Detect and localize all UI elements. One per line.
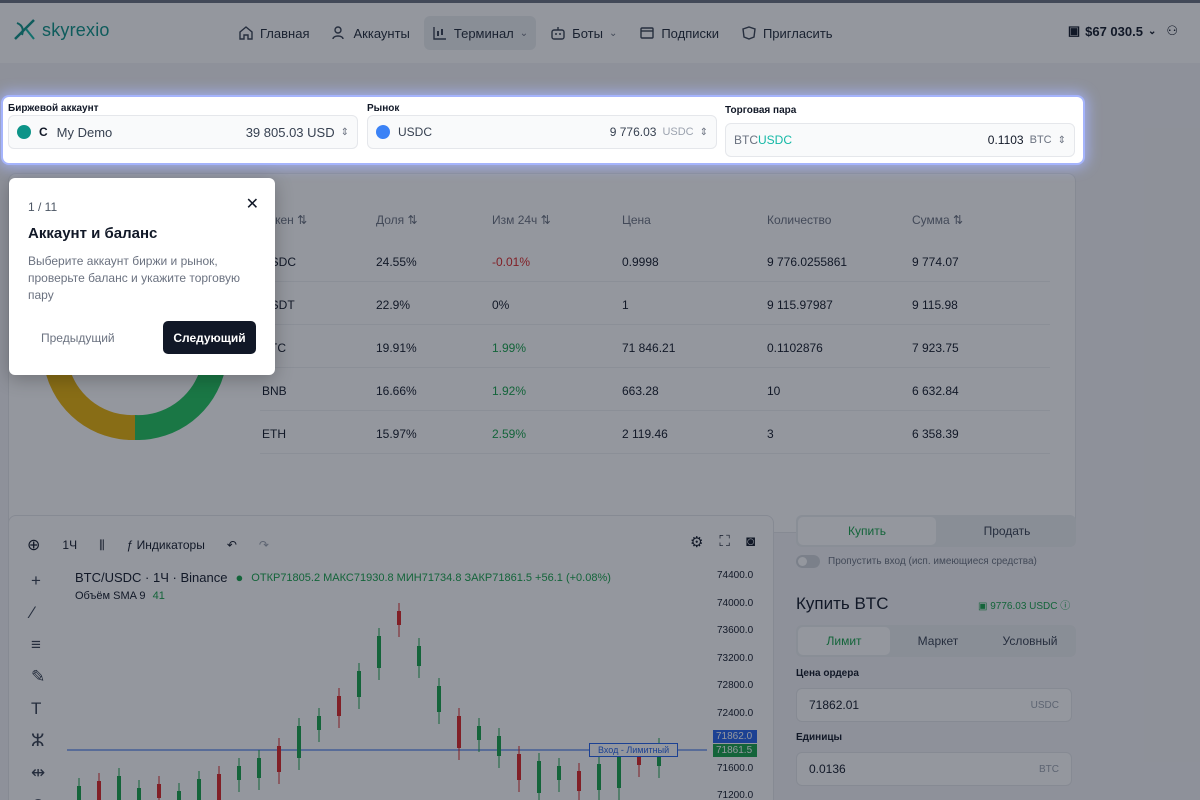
tour-step-counter: 1 / 11 — [28, 200, 58, 214]
account-group: Биржевой аккаунт — [8, 103, 99, 114]
tour-next-button[interactable]: Следующий — [163, 321, 256, 354]
account-select[interactable]: C My Demo 39 805.03 USD ⇕ — [8, 115, 358, 149]
tour-popover: 1 / 11 ✕ Аккаунт и баланс Выберите аккау… — [9, 178, 275, 375]
pair-quote: USDC — [758, 133, 793, 147]
exchange-logo-icon — [17, 125, 31, 139]
tour-prev-button[interactable]: Предыдущий — [41, 331, 115, 345]
market-balance: 9 776.03 — [609, 125, 657, 139]
tour-title: Аккаунт и баланс — [28, 225, 158, 242]
close-icon[interactable]: ✕ — [246, 194, 259, 214]
sort-chevrons-icon: ⇕ — [340, 126, 349, 138]
sort-chevrons-icon: ⇕ — [699, 126, 708, 138]
pair-label: Торговая пара — [725, 105, 797, 116]
account-balance: 39 805.03 USD — [245, 124, 335, 140]
pair-group: Торговая пара — [725, 105, 796, 116]
market-unit: USDC — [662, 126, 694, 138]
tour-description: Выберите аккаунт биржи и рынок, проверьт… — [28, 254, 240, 302]
account-name: My Demo — [56, 124, 113, 140]
market-select[interactable]: USDC 9 776.03 USDC ⇕ — [367, 115, 717, 149]
pair-unit: BTC — [1029, 134, 1052, 146]
pair-select[interactable]: BTC USDC 0.1103 BTC ⇕ — [725, 123, 1075, 157]
account-label: Биржевой аккаунт — [8, 103, 99, 114]
market-name: USDC — [398, 125, 433, 139]
pair-base: BTC — [734, 133, 758, 147]
usdc-coin-icon — [376, 125, 390, 139]
account-initial: C — [39, 125, 48, 139]
market-label: Рынок — [367, 103, 400, 114]
account-market-pair-selectors: Биржевой аккаунт C My Demo 39 805.03 USD… — [3, 97, 1083, 163]
sort-chevrons-icon: ⇕ — [1057, 134, 1066, 146]
market-group: Рынок — [367, 103, 399, 114]
pair-balance: 0.1103 — [987, 133, 1024, 147]
